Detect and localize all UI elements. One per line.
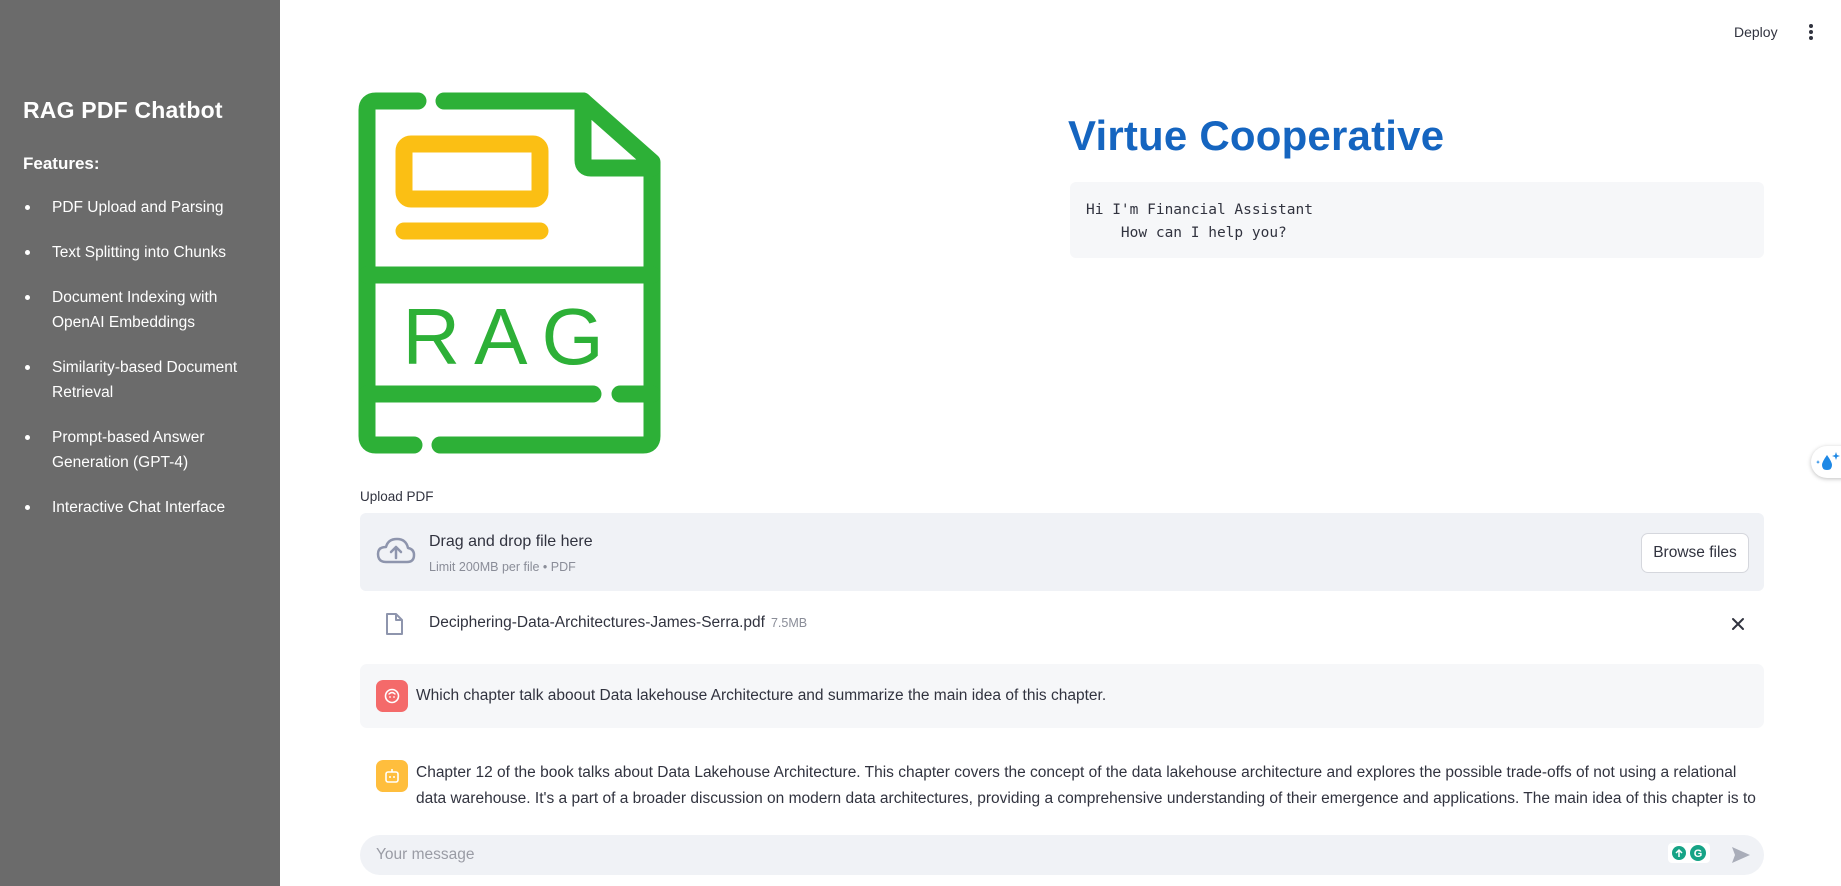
feature-item: Interactive Chat Interface: [23, 495, 253, 520]
bullet-icon: [25, 505, 30, 510]
logo-text: RAG: [402, 292, 617, 381]
close-icon[interactable]: [1728, 614, 1748, 634]
bullet-icon: [25, 435, 30, 440]
vertical-dots-icon[interactable]: [1804, 24, 1818, 44]
extension-icons[interactable]: G: [1668, 843, 1710, 863]
floating-assistant-button[interactable]: [1811, 446, 1841, 478]
dropzone-title: Drag and drop file here: [429, 533, 593, 550]
file-dropzone[interactable]: Drag and drop file here Limit 200MB per …: [360, 513, 1764, 591]
feature-item: PDF Upload and Parsing: [23, 195, 253, 220]
bot-avatar-icon: [376, 760, 408, 792]
sidebar: RAG PDF Chatbot Features: PDF Upload and…: [0, 0, 280, 886]
chat-message-text: Chapter 12 of the book talks about Data …: [416, 764, 1756, 807]
feature-label: Interactive Chat Interface: [52, 499, 226, 516]
chat-message-input[interactable]: [376, 835, 1666, 875]
features-heading: Features:: [23, 154, 100, 173]
bullet-icon: [25, 295, 30, 300]
bullet-icon: [25, 250, 30, 255]
features-list: PDF Upload and Parsing Text Splitting in…: [23, 195, 253, 540]
app-root: RAG PDF Chatbot Features: PDF Upload and…: [0, 0, 1841, 886]
page-title: Virtue Cooperative: [1068, 112, 1445, 159]
feature-item: Text Splitting into Chunks: [23, 240, 253, 265]
file-name: Deciphering-Data-Architectures-James-Ser…: [429, 614, 765, 631]
cloud-upload-icon: [376, 537, 416, 564]
file-size: 7.5MB: [770, 616, 808, 630]
grammarly-icon: G: [1672, 845, 1706, 861]
feature-item: Similarity-based Document Retrieval: [23, 355, 253, 405]
feature-label: Prompt-based Answer Generation (GPT-4): [52, 429, 205, 471]
robot-icon: [385, 769, 399, 783]
uploaded-file-row: Deciphering-Data-Architectures-James-Ser…: [360, 604, 1764, 644]
deploy-button[interactable]: Deploy: [1734, 24, 1778, 40]
chat-message-user: Which chapter talk aboout Data lakehouse…: [360, 664, 1764, 728]
file-name-text: Deciphering-Data-Architectures-James-Ser…: [429, 614, 807, 632]
feature-label: PDF Upload and Parsing: [52, 199, 224, 216]
chat-input-bar: G: [360, 835, 1764, 875]
send-icon[interactable]: [1730, 845, 1752, 865]
feature-item: Document Indexing with OpenAI Embeddings: [23, 285, 253, 335]
file-icon: [386, 613, 403, 635]
greeting-code-block: Hi I'm Financial Assistant How can I hel…: [1070, 182, 1764, 258]
feature-label: Text Splitting into Chunks: [52, 244, 227, 261]
user-avatar-icon: [376, 680, 408, 712]
chat-message-text: Which chapter talk aboout Data lakehouse…: [416, 687, 1107, 704]
bullet-icon: [25, 365, 30, 370]
feature-label: Document Indexing with OpenAI Embeddings: [52, 289, 218, 331]
upload-label: Upload PDF: [360, 489, 434, 504]
face-icon: [384, 688, 400, 704]
browse-files-button[interactable]: Browse files: [1641, 533, 1749, 573]
svg-text:G: G: [1694, 848, 1703, 860]
droplet-sparkle-icon: [1816, 452, 1840, 470]
feature-item: Prompt-based Answer Generation (GPT-4): [23, 425, 253, 475]
bullet-icon: [25, 205, 30, 210]
chat-message-assistant: Chapter 12 of the book talks about Data …: [360, 760, 1764, 810]
dropzone-limit: Limit 200MB per file • PDF: [429, 560, 576, 574]
sidebar-title: RAG PDF Chatbot: [23, 97, 223, 123]
feature-label: Similarity-based Document Retrieval: [52, 359, 238, 401]
rag-logo: RAG: [358, 92, 661, 454]
